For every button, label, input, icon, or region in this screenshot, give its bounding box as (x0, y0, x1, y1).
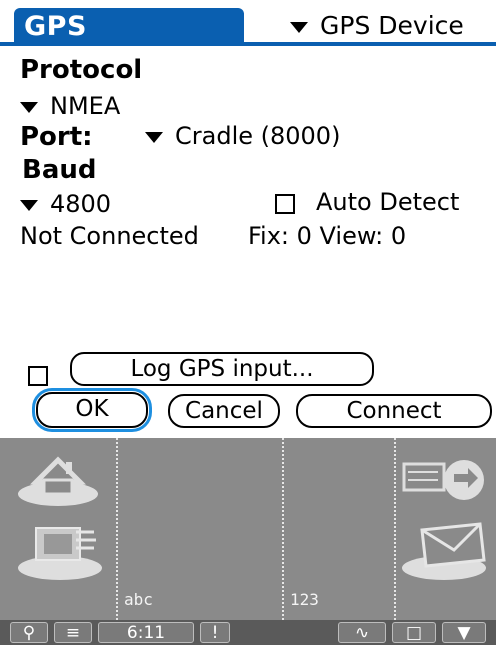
numeric-zone-label: 123 (290, 590, 319, 609)
ok-button[interactable]: OK (32, 388, 152, 432)
fix-view-readout: Fix: 0 View: 0 (248, 222, 407, 250)
input-area-icon[interactable]: ▼ (442, 622, 486, 643)
dropdown-arrow-icon (20, 199, 38, 211)
port-trigger[interactable]: Cradle (8000) (145, 122, 340, 150)
form-title[interactable]: GPS Configure (14, 8, 244, 80)
connect-button[interactable]: Connect (296, 394, 492, 428)
auto-detect-label[interactable]: Auto Detect (316, 188, 459, 216)
keyboard-icon[interactable]: □ (392, 622, 436, 643)
alpha-zone-label: abc (124, 590, 153, 609)
connection-status: Not Connected (20, 222, 199, 250)
graffiti-divider (116, 438, 118, 620)
cancel-button[interactable]: Cancel (168, 394, 280, 428)
protocol-label: Protocol (20, 55, 143, 85)
menu-icon[interactable]: ≡ (54, 622, 92, 643)
protocol-trigger[interactable]: NMEA (20, 92, 120, 120)
clock-time[interactable]: 6:11 (98, 622, 194, 643)
log-gps-input-button[interactable]: Log GPS input... (70, 352, 374, 386)
auto-detect-checkbox[interactable] (275, 194, 295, 214)
gps-device-label: GPS Device (320, 11, 464, 40)
applications-icon[interactable] (14, 520, 106, 582)
dropdown-arrow-icon (145, 131, 163, 143)
hotsync-icon[interactable] (398, 452, 490, 508)
baud-label: Baud (22, 155, 97, 185)
baud-value: 4800 (50, 190, 112, 218)
dropdown-arrow-icon (290, 21, 308, 33)
graffiti-divider (394, 438, 396, 620)
port-value: Cradle (8000) (175, 122, 341, 150)
home-icon[interactable] (14, 448, 104, 510)
protocol-value: NMEA (50, 92, 121, 120)
signal-icon[interactable]: ∿ (338, 622, 386, 643)
port-label: Port: (20, 122, 93, 152)
gps-device-trigger[interactable]: GPS Device (290, 8, 464, 44)
baud-trigger[interactable]: 4800 (20, 190, 111, 218)
mail-icon[interactable] (398, 520, 490, 582)
alert-icon[interactable]: ! (200, 622, 230, 643)
find-icon[interactable]: ⚲ (10, 622, 48, 643)
log-checkbox[interactable] (28, 366, 48, 386)
dropdown-arrow-icon (20, 101, 38, 113)
graffiti-divider (282, 438, 284, 620)
